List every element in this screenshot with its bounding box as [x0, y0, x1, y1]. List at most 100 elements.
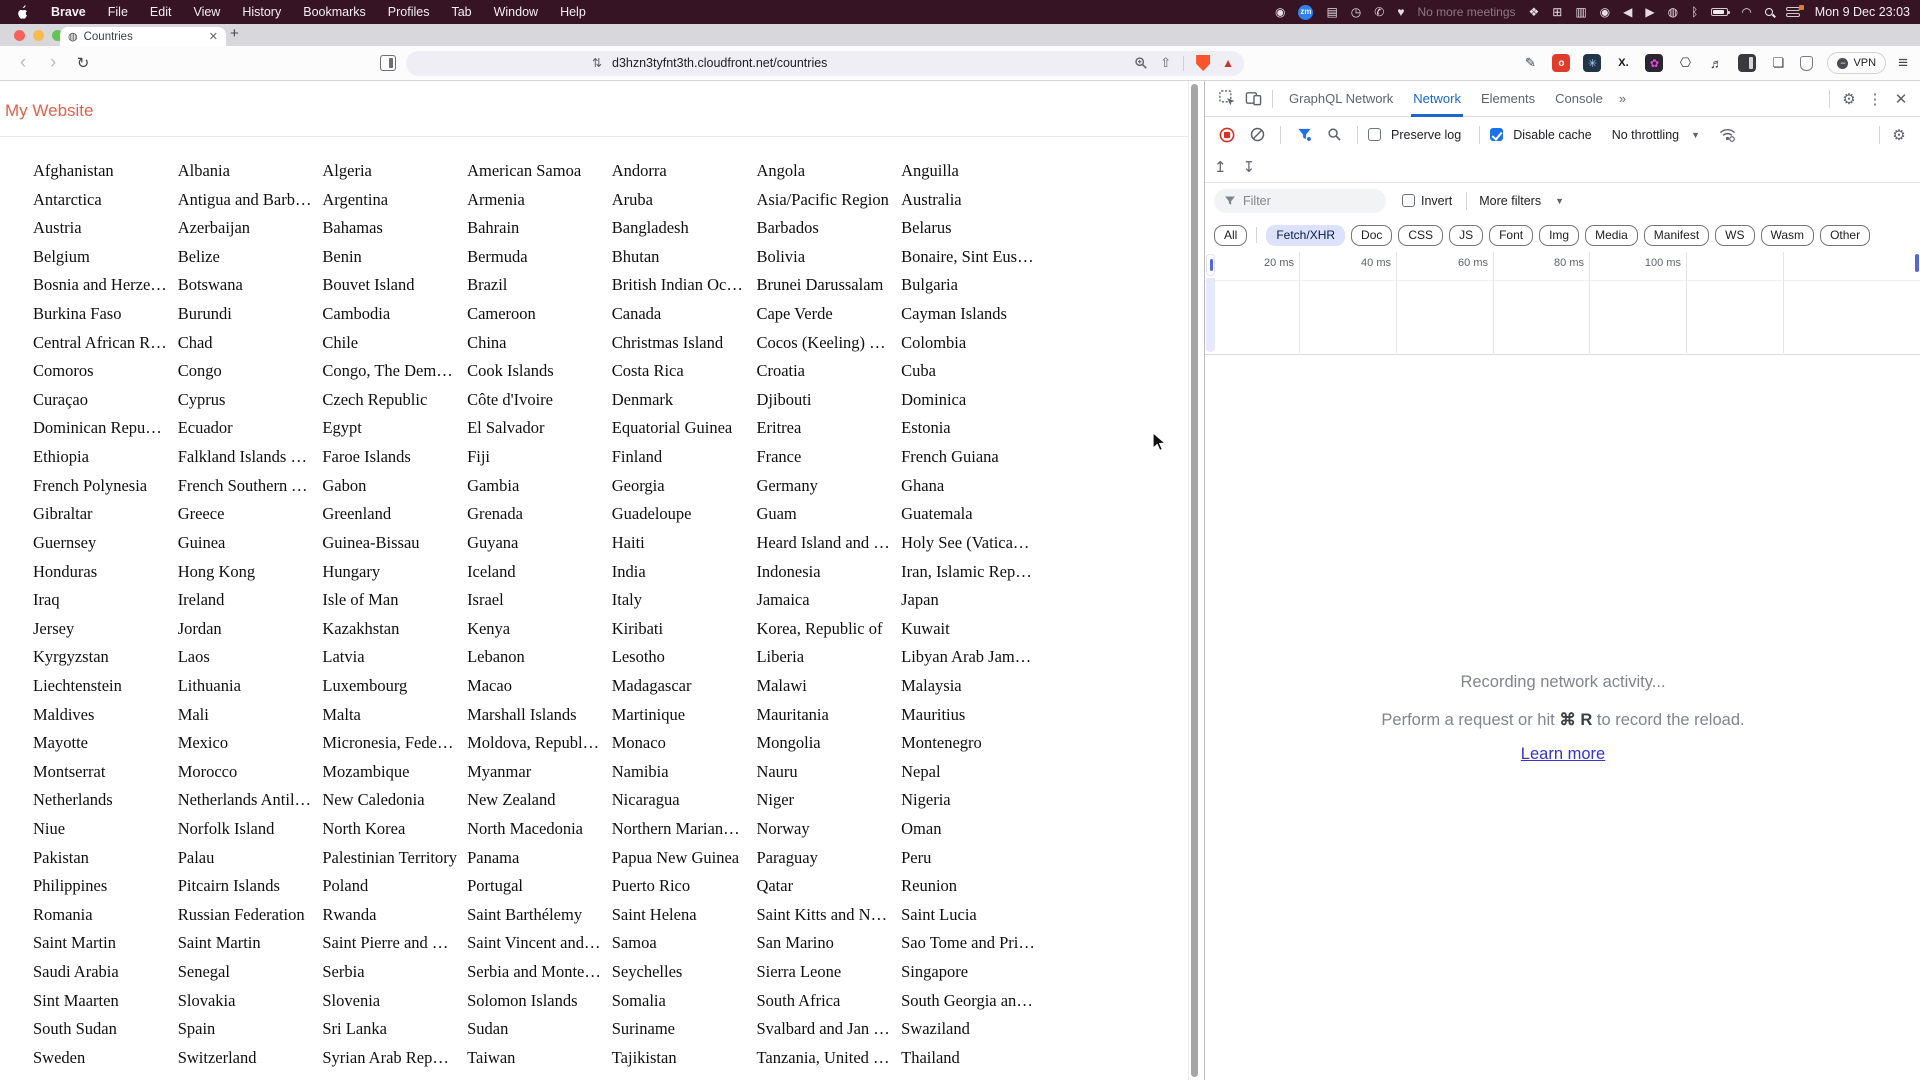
throttling-caret-icon[interactable]: ▼	[1691, 130, 1700, 140]
chip-fetch-xhr[interactable]: Fetch/XHR	[1266, 224, 1346, 246]
menu-tab[interactable]: Tab	[440, 5, 482, 19]
bluetooth-icon[interactable]: ᛒ	[1691, 6, 1698, 18]
account-icon[interactable]: ◍	[1668, 6, 1678, 18]
devtools-tab-elements[interactable]: Elements	[1471, 81, 1545, 117]
back-button[interactable]: ‹	[8, 52, 38, 74]
red-ext-icon[interactable]: o	[1552, 54, 1571, 72]
brave-rewards-icon[interactable]: ▲	[1222, 57, 1234, 69]
filter-network-icon[interactable]	[1291, 122, 1317, 148]
zoom-page-icon[interactable]	[1134, 56, 1148, 70]
heart-icon[interactable]: ♥	[1397, 6, 1404, 18]
browser-menu-icon[interactable]: ≡	[1898, 53, 1908, 73]
preserve-log-checkbox[interactable]	[1368, 128, 1381, 141]
reload-button[interactable]: ↻	[68, 54, 98, 72]
clear-network-log-icon[interactable]	[1244, 122, 1270, 148]
page-scrollbar-thumb[interactable]	[1191, 84, 1198, 1077]
zoom-app-icon[interactable]: zm	[1298, 4, 1314, 20]
panel-ext-icon[interactable]	[1738, 54, 1757, 72]
disable-cache-checkbox[interactable]	[1490, 128, 1504, 141]
address-bar[interactable]: ⇅ d3hzn3tyfnt3th.cloudfront.net/countrie…	[406, 50, 1244, 76]
play-icon[interactable]: ▶	[1645, 6, 1654, 18]
grid-icon[interactable]: ⊞	[1552, 6, 1562, 18]
share-icon[interactable]: ⇧	[1160, 55, 1171, 71]
menubar-clock[interactable]: Mon 9 Dec 23:03	[1815, 5, 1910, 19]
search-network-icon[interactable]	[1321, 122, 1347, 148]
tiles-icon[interactable]: ▥	[1575, 6, 1586, 18]
timeline-left-handle[interactable]	[1206, 254, 1215, 276]
browser-tab[interactable]: ◍ Countries ✕	[60, 27, 226, 46]
more-filters-button[interactable]: More filters	[1479, 194, 1541, 208]
wifi-icon[interactable]: ◠	[1741, 6, 1751, 18]
filter-pill[interactable]	[1214, 188, 1386, 213]
devtools-kebab-menu-icon[interactable]: ⋮	[1862, 86, 1888, 112]
chip-css[interactable]: CSS	[1398, 224, 1444, 246]
menu-bookmarks[interactable]: Bookmarks	[292, 5, 377, 19]
throttling-select[interactable]: No throttling	[1612, 128, 1679, 142]
timeline-right-handle[interactable]	[1915, 254, 1919, 272]
filter-input[interactable]	[1243, 193, 1363, 208]
vpn-button[interactable]: − VPN	[1827, 52, 1887, 74]
clock-lock-icon[interactable]: ◷	[1351, 6, 1361, 18]
pencil-ext-icon[interactable]: ✎	[1521, 54, 1539, 72]
chip-img[interactable]: Img	[1539, 224, 1580, 246]
chip-manifest[interactable]: Manifest	[1643, 224, 1710, 246]
chip-media[interactable]: Media	[1585, 224, 1638, 246]
search-icon[interactable]	[1764, 8, 1773, 16]
site-settings-icon[interactable]: ⇅	[592, 56, 602, 70]
menu-file[interactable]: File	[97, 5, 139, 19]
snowflake-ext-icon[interactable]: ✳	[1583, 54, 1602, 72]
brave-shields-icon[interactable]	[1196, 55, 1211, 71]
close-window-button[interactable]	[14, 30, 25, 41]
chip-wasm[interactable]: Wasm	[1760, 224, 1815, 246]
devtools-close-icon[interactable]: ✕	[1888, 86, 1914, 112]
network-settings-icon[interactable]: ⚙	[1886, 122, 1912, 148]
octagon-ext-icon[interactable]: ⎔	[1676, 54, 1694, 72]
music-ext-icon[interactable]: ♬	[1707, 54, 1725, 72]
devtools-tab-graphql-network[interactable]: GraphQL Network	[1279, 81, 1403, 117]
more-filters-caret-icon[interactable]: ▼	[1555, 196, 1564, 206]
chip-ws[interactable]: WS	[1715, 224, 1755, 246]
screen-record-icon[interactable]: ◉	[1600, 6, 1610, 18]
menu-brave[interactable]: Brave	[40, 5, 97, 19]
shield-ext-icon[interactable]	[1800, 55, 1814, 71]
chip-doc[interactable]: Doc	[1351, 224, 1393, 246]
menu-help[interactable]: Help	[549, 5, 597, 19]
volume-icon[interactable]: ◀	[1623, 6, 1632, 18]
chip-all[interactable]: All	[1214, 224, 1248, 246]
keyboard-icon[interactable]: ▤	[1326, 6, 1337, 18]
call-icon[interactable]: ✆	[1374, 6, 1384, 18]
battery-icon[interactable]	[1711, 8, 1731, 16]
forward-button[interactable]: ›	[38, 52, 68, 74]
record-icon[interactable]: ◉	[1275, 6, 1285, 18]
devtools-tab-console[interactable]: Console	[1545, 81, 1613, 117]
devtools-tab-network[interactable]: Network	[1403, 81, 1471, 117]
sidebar-icon[interactable]	[380, 55, 396, 71]
new-tab-button[interactable]: +	[230, 25, 239, 42]
minimize-window-button[interactable]	[33, 30, 44, 41]
tab-close-icon[interactable]: ✕	[209, 30, 218, 43]
menu-view[interactable]: View	[182, 5, 231, 19]
menu-window[interactable]: Window	[483, 5, 549, 19]
export-har-icon[interactable]: ↧	[1243, 158, 1256, 176]
import-har-icon[interactable]: ↥	[1214, 158, 1227, 176]
control-center-icon[interactable]	[1785, 5, 1804, 17]
network-overview-timeline[interactable]: 20 ms 40 ms 60 ms 80 ms 100 ms	[1205, 252, 1920, 355]
docsearch-ext-icon[interactable]: ❏	[1769, 54, 1787, 72]
menu-history[interactable]: History	[231, 5, 292, 19]
invert-checkbox[interactable]	[1402, 194, 1415, 207]
chip-other[interactable]: Other	[1820, 224, 1871, 246]
more-tabs-icon[interactable]: »	[1613, 91, 1633, 106]
pointer-icon[interactable]: ❖	[1529, 6, 1540, 18]
devtools-settings-icon[interactable]: ⚙	[1836, 86, 1862, 112]
inspect-element-icon[interactable]	[1214, 86, 1240, 112]
url-text[interactable]: d3hzn3tyfnt3th.cloudfront.net/countries	[612, 56, 827, 70]
record-network-log-icon[interactable]	[1214, 122, 1240, 148]
network-conditions-icon[interactable]	[1714, 122, 1740, 148]
x-ext-icon[interactable]: X.	[1614, 54, 1632, 72]
device-toolbar-icon[interactable]	[1240, 86, 1266, 112]
flower-ext-icon[interactable]: ✿	[1645, 54, 1664, 72]
learn-more-link[interactable]: Learn more	[1521, 745, 1605, 763]
apple-menu-icon[interactable]	[16, 5, 28, 19]
chip-js[interactable]: JS	[1449, 224, 1484, 246]
menu-edit[interactable]: Edit	[139, 5, 183, 19]
